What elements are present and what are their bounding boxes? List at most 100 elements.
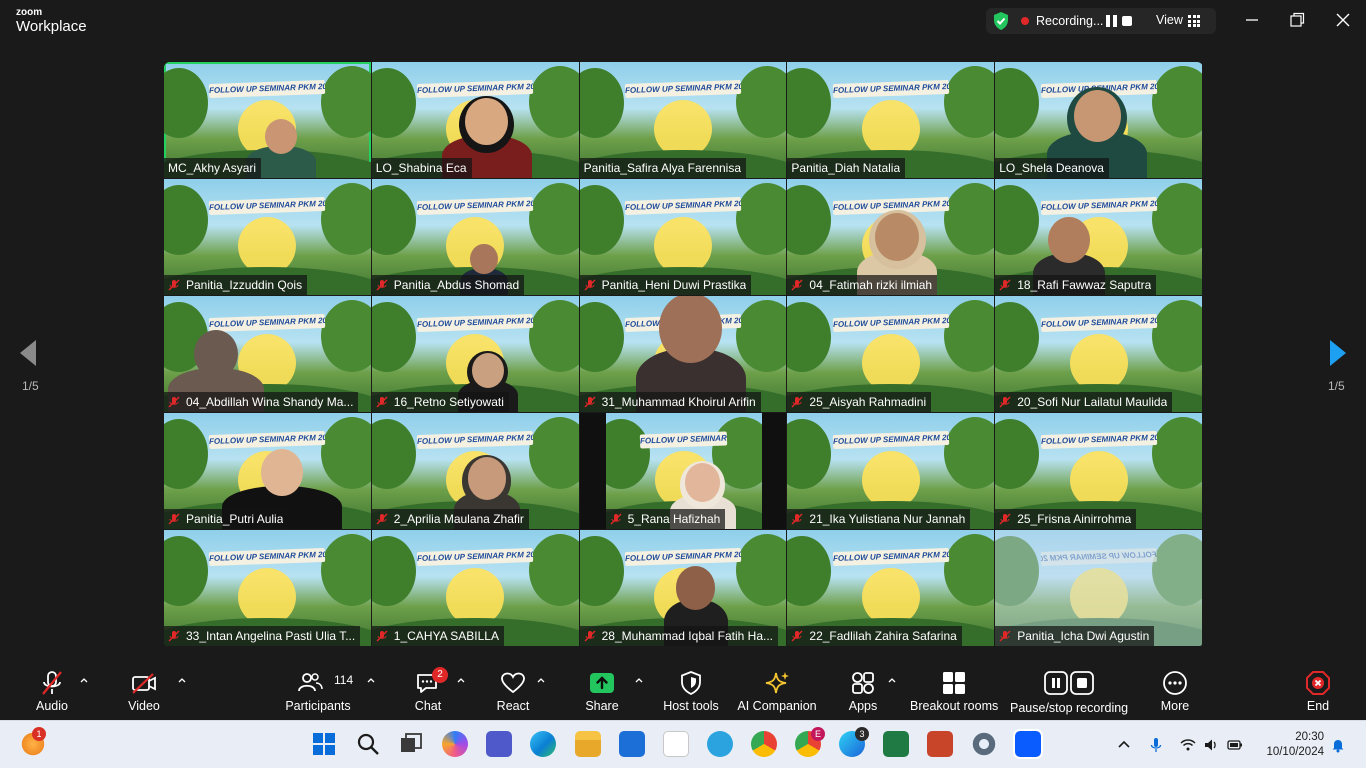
participant-tile[interactable]: FOLLOW UP SEMINAR PKM 2024 04_Abdillah Wi… xyxy=(164,296,371,412)
participant-tile[interactable]: FOLLOW UP SEMINAR PKM 2024 33_Intan Angel… xyxy=(164,530,371,646)
tree-decoration xyxy=(528,534,579,606)
teams-icon[interactable] xyxy=(486,731,512,757)
copilot-icon[interactable] xyxy=(442,731,468,757)
virtual-background-banner: FOLLOW UP SEMINAR PKM 2024 xyxy=(417,430,534,450)
participant-tile[interactable]: FOLLOW UP SEMINAR PKM 2024 2_Aprilia Maul… xyxy=(371,413,579,529)
tray-chevron-up-icon[interactable] xyxy=(1116,737,1132,753)
task-view-icon[interactable] xyxy=(398,731,424,757)
participant-tile[interactable]: FOLLOW UP SEMINAR PKM 2024 20_Sofi Nur La… xyxy=(995,296,1202,412)
microsoft-store-icon[interactable] xyxy=(619,731,645,757)
video-button[interactable]: Video xyxy=(114,660,174,720)
participant-name-label: 28_Muhammad Iqbal Fatih Ha... xyxy=(579,626,779,646)
apps-options-chevron-up-icon[interactable] xyxy=(887,675,897,685)
battery-icon[interactable] xyxy=(1227,737,1243,753)
restore-icon[interactable] xyxy=(1287,10,1307,30)
host-tools-button[interactable]: Host tools xyxy=(658,660,724,720)
participant-tile[interactable]: FOLLOW UP SEMINAR PKM 2024 Panitia_Izzudd… xyxy=(164,179,371,295)
virtual-background-banner: FOLLOW UP SEMINAR PKM 2024 xyxy=(209,79,326,99)
participant-tile[interactable]: FOLLOW UP SEMINAR PKM 2024 25_Frisna Aini… xyxy=(995,413,1202,529)
microphone-muted-icon xyxy=(168,396,180,408)
taskbar-clock[interactable]: 20:30 10/10/2024 xyxy=(1252,730,1324,760)
close-icon[interactable] xyxy=(1333,10,1353,30)
microphone-tray-icon[interactable] xyxy=(1148,737,1164,753)
wifi-icon[interactable] xyxy=(1180,737,1196,753)
participant-tile[interactable]: FOLLOW UP SEMINAR PKM 2024 22_Fadlilah Za… xyxy=(787,530,995,646)
zoom-app-icon[interactable] xyxy=(1013,729,1043,759)
more-button[interactable]: More xyxy=(1146,660,1204,720)
participant-tile[interactable]: FOLLOW UP SEMINAR PKM 202431_Muhammad Kh… xyxy=(579,296,787,412)
participant-name-label: 1_CAHYA SABILLA xyxy=(371,626,504,646)
grid-view-icon[interactable] xyxy=(1188,15,1200,27)
shield-check-icon[interactable] xyxy=(992,11,1010,31)
participant-tile[interactable]: FOLLOW UP SEMINAR PKM 2024 21_Ika Yulisti… xyxy=(787,413,995,529)
tree-decoration xyxy=(944,183,995,255)
participant-tile[interactable]: FOLLOW UP SEMINAR PKM 2024 16_Retno Setiy… xyxy=(371,296,579,412)
pause-recording-icon[interactable] xyxy=(1106,15,1117,27)
participant-tile[interactable]: FOLLOW UP SEMINAR PKM 2024 1_CAHYA SABILL… xyxy=(371,530,579,646)
react-options-chevron-up-icon[interactable] xyxy=(536,675,546,685)
settings-gear-icon[interactable] xyxy=(971,731,997,757)
participant-tile[interactable]: FOLLOW UP SEMINAR PKM 2024 Panitia_Safira… xyxy=(579,62,787,178)
participant-tile[interactable]: FOLLOW UP SEMINAR PKM 2024 04_Fatimah riz… xyxy=(787,179,995,295)
audio-button[interactable]: Audio xyxy=(22,660,82,720)
windows-start-icon[interactable] xyxy=(311,731,337,757)
participant-name-label: 5_Rana Hafizhah xyxy=(605,509,726,529)
previous-page-arrow-icon[interactable] xyxy=(16,337,40,369)
participant-tile[interactable]: FOLLOW UP SEMINAR PKM 2024 25_Aisyah Rahm… xyxy=(787,296,995,412)
share-options-chevron-up-icon[interactable] xyxy=(634,675,644,685)
chat-options-chevron-up-icon[interactable] xyxy=(456,675,466,685)
video-options-chevron-up-icon[interactable] xyxy=(177,675,187,685)
edge-browser-icon[interactable] xyxy=(530,731,556,757)
participant-tile[interactable]: FOLLOW UP SEMINAR PKM 2024 LO_Shabina Eca xyxy=(371,62,579,178)
clock-date: 10/10/2024 xyxy=(1266,746,1324,758)
microphone-muted-icon xyxy=(376,279,388,291)
participant-tile[interactable]: FOLLOW UP SEMINAR PKM 2024 MC_Akhy Asyari xyxy=(164,62,371,178)
participant-tile[interactable]: FOLLOW UP SEMINAR PKM 2024 Panitia_Putri … xyxy=(164,413,371,529)
participant-name: Panitia_Diah Natalia xyxy=(791,161,901,175)
share-button[interactable]: Share xyxy=(572,660,632,720)
virtual-background-banner: FOLLOW UP SEMINAR PKM 2024 xyxy=(209,196,326,216)
powerpoint-icon[interactable] xyxy=(927,731,953,757)
minimize-icon[interactable] xyxy=(1242,10,1262,30)
pause-stop-recording-button[interactable]: Pause/stop recording xyxy=(1010,660,1128,720)
apps-button[interactable]: Apps xyxy=(834,660,892,720)
participant-tile[interactable]: FOLLOW UP SEMINAR PKM 2024 18_Rafi Fawwaz… xyxy=(995,179,1202,295)
participant-name: 2_Aprilia Maulana Zhafir xyxy=(393,512,524,526)
participant-tile[interactable]: FOLLOW UP SEMINAR PKM 2024 Panitia_Heni D… xyxy=(579,179,787,295)
participant-tile[interactable]: FOLLOW UP SEMINAR PKM 2024 Panitia_Icha D… xyxy=(995,530,1202,646)
notification-bell-icon[interactable] xyxy=(1330,737,1346,753)
participant-face xyxy=(265,118,297,154)
participant-tile[interactable]: FOLLOW UP SEMINAR PKM 20245_Rana Hafizha… xyxy=(579,413,787,529)
zoom-logo: zoom Workplace xyxy=(16,8,87,35)
chat-button[interactable]: 2 Chat xyxy=(398,660,458,720)
next-page-arrow-icon[interactable] xyxy=(1326,337,1350,369)
participant-name-label: 31_Muhammad Khoirul Arifin xyxy=(579,392,761,412)
participant-tile[interactable]: FOLLOW UP SEMINAR PKM 2024 28_Muhammad Iq… xyxy=(579,530,787,646)
react-button[interactable]: React xyxy=(484,660,542,720)
volume-icon[interactable] xyxy=(1203,737,1219,753)
ai-companion-button[interactable]: AI Companion xyxy=(734,660,820,720)
view-button[interactable]: View xyxy=(1156,13,1183,27)
chrome-icon[interactable] xyxy=(751,731,777,757)
end-meeting-button[interactable]: End xyxy=(1290,660,1346,720)
participants-options-chevron-up-icon[interactable] xyxy=(366,675,376,685)
excel-icon[interactable] xyxy=(883,731,909,757)
microphone-muted-icon xyxy=(999,513,1011,525)
breakout-rooms-button[interactable]: Breakout rooms xyxy=(910,660,998,720)
participants-button[interactable]: 114 Participants xyxy=(283,660,353,720)
participant-tile[interactable]: FOLLOW UP SEMINAR PKM 2024 LO_Shela Deano… xyxy=(995,62,1202,178)
amazon-icon[interactable] xyxy=(663,731,689,757)
telegram-icon[interactable] xyxy=(707,731,733,757)
participant-name: 25_Frisna Ainirrohma xyxy=(1017,512,1132,526)
participant-tile[interactable]: FOLLOW UP SEMINAR PKM 2024 Panitia_Abdus … xyxy=(371,179,579,295)
tree-decoration xyxy=(320,300,371,372)
stop-recording-icon[interactable] xyxy=(1122,16,1132,26)
participant-tile[interactable]: FOLLOW UP SEMINAR PKM 2024 Panitia_Diah N… xyxy=(787,62,995,178)
file-explorer-icon[interactable] xyxy=(575,731,601,757)
pause-stop-recording-label: Pause/stop recording xyxy=(1010,701,1129,715)
audio-options-chevron-up-icon[interactable] xyxy=(79,675,89,685)
participant-name: 20_Sofi Nur Lailatul Maulida xyxy=(1017,395,1168,409)
search-icon[interactable] xyxy=(355,731,381,757)
tree-decoration xyxy=(579,185,624,255)
participant-name: 22_Fadlilah Zahira Safarina xyxy=(809,629,957,643)
